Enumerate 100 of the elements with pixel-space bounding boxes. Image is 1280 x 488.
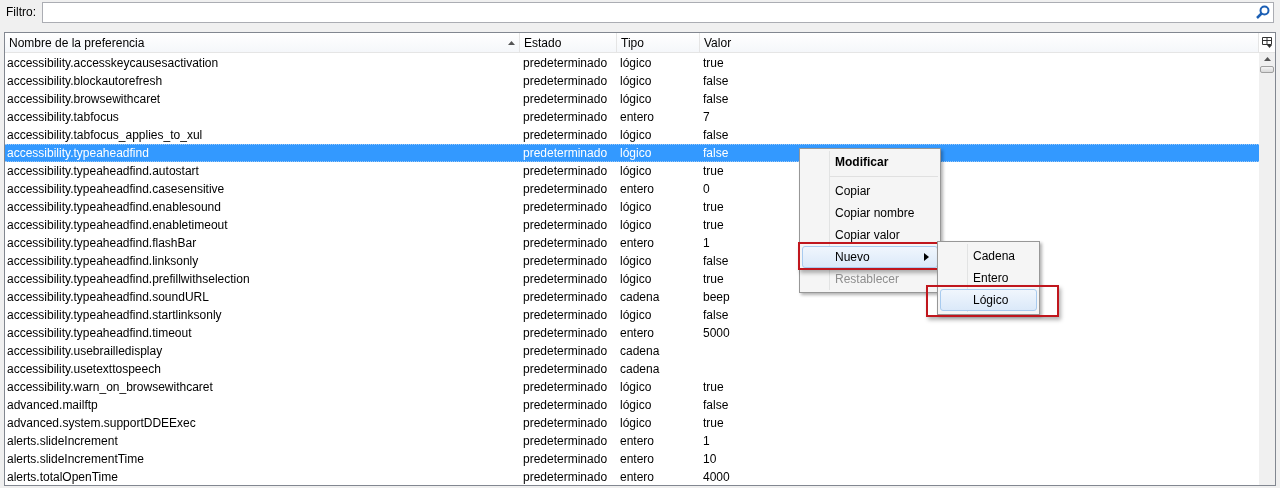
table-cell-text: predeterminado	[522, 55, 609, 72]
table-cell-text: accessibility.typeaheadfind.soundURL	[6, 289, 210, 306]
table-cell-text: true	[702, 271, 725, 288]
table-cell-text: predeterminado	[522, 451, 609, 468]
table-cell-text: true	[702, 379, 725, 396]
submenu-arrow-icon	[924, 253, 929, 261]
table-cell-text: lógico	[619, 91, 653, 108]
table-cell-text: predeterminado	[522, 253, 609, 270]
column-header[interactable]: Estado	[520, 33, 617, 52]
table-cell-text: entero	[619, 109, 656, 126]
table-cell-text: accessibility.tabfocus	[6, 109, 120, 126]
table-cell-text: lógico	[619, 73, 653, 90]
table-cell-text: predeterminado	[522, 397, 609, 414]
table-cell-text: accessibility.usebrailledisplay	[6, 343, 164, 360]
table-cell-text: predeterminado	[522, 361, 609, 378]
column-header[interactable]: Tipo	[617, 33, 700, 52]
search-icon[interactable]	[1256, 5, 1270, 19]
column-picker-icon	[1262, 37, 1272, 48]
table-cell-text: predeterminado	[522, 73, 609, 90]
table-cell-text: 0	[702, 181, 711, 198]
table-cell-text: predeterminado	[522, 415, 609, 432]
table-cell-text: true	[702, 217, 725, 234]
table-cell-text: accessibility.tabfocus_applies_to_xul	[6, 127, 204, 144]
table-cell-text: advanced.system.supportDDEExec	[6, 415, 197, 432]
sort-arrow-icon	[508, 40, 515, 45]
table-cell-text: accessibility.typeaheadfind	[6, 145, 150, 162]
table-cell-text: predeterminado	[522, 289, 609, 306]
table-cell-text: lógico	[619, 163, 653, 180]
table-cell-text: alerts.slideIncrement	[6, 433, 119, 450]
table-cell-text: predeterminado	[522, 217, 609, 234]
table-cell-text: predeterminado	[522, 127, 609, 144]
menu-item[interactable]: Copiar nombre	[802, 202, 938, 224]
table-cell-text: predeterminado	[522, 181, 609, 198]
table-cell-text: 1	[702, 235, 711, 252]
table-cell-text: accessibility.typeaheadfind.timeout	[6, 325, 193, 342]
column-header[interactable]: Valor	[700, 33, 1259, 52]
menu-item[interactable]: Entero	[940, 267, 1037, 289]
table-cell-text: accessibility.typeaheadfind.flashBar	[6, 235, 198, 252]
table-cell-text: lógico	[619, 55, 653, 72]
table-cell-text: entero	[619, 181, 656, 198]
table-cell-text: accessibility.typeaheadfind.prefillwithselection	[6, 271, 251, 288]
table-cell-text: lógico	[619, 217, 653, 234]
table-cell-text: predeterminado	[522, 91, 609, 108]
table-cell-text: predeterminado	[522, 325, 609, 342]
table-cell-text: accessibility.typeaheadfind.enablesound	[6, 199, 222, 216]
table-cell-text: lógico	[619, 199, 653, 216]
table-cell-text: entero	[619, 469, 656, 486]
table-cell-text: false	[702, 307, 730, 324]
table-cell-text: predeterminado	[522, 433, 609, 450]
table-cell-text: accessibility.usetexttospeech	[6, 361, 162, 378]
table-cell-text: alerts.totalOpenTime	[6, 469, 119, 486]
scroll-up-icon[interactable]	[1263, 57, 1271, 61]
table-cell-text: alerts.slideIncrementTime	[6, 451, 145, 468]
table-cell-text: false	[702, 397, 730, 414]
table-cell-text: entero	[619, 451, 656, 468]
table-cell-text: accessibility.typeaheadfind.enabletimeout	[6, 217, 229, 234]
table-cell-text: 4000	[702, 469, 731, 486]
table-cell-text: cadena	[619, 361, 661, 378]
table-cell-text: lógico	[619, 307, 653, 324]
table-cell-text: predeterminado	[522, 145, 609, 162]
table-cell-text: cadena	[619, 343, 661, 360]
table-cell-text: lógico	[619, 127, 653, 144]
table-cell-text: entero	[619, 325, 656, 342]
menu-item[interactable]: Copiar valor	[802, 224, 938, 246]
menu-item[interactable]: Lógico	[940, 289, 1037, 311]
filter-label: Filtro:	[6, 4, 36, 21]
table-cell-text: lógico	[619, 379, 653, 396]
table-cell-text: predeterminado	[522, 271, 609, 288]
table-cell-text: true	[702, 199, 725, 216]
table-cell-text: true	[702, 163, 725, 180]
column-header[interactable]: Nombre de la preferencia	[5, 33, 520, 52]
table-cell-text: entero	[619, 235, 656, 252]
table-cell-text: accessibility.typeaheadfind.startlinksonly	[6, 307, 223, 324]
table-cell-text: advanced.mailftp	[6, 397, 99, 414]
table-cell-text: 1	[702, 433, 711, 450]
table-cell-text: lógico	[619, 253, 653, 270]
table-cell-text: false	[702, 91, 730, 108]
table-cell-text: 5000	[702, 325, 731, 342]
filter-field[interactable]	[42, 1, 1274, 23]
table-cell-text: false	[702, 253, 730, 270]
menu-item[interactable]: Copiar	[802, 180, 938, 202]
table-cell-text: cadena	[619, 289, 661, 306]
table-cell-text: beep	[702, 289, 731, 306]
scrollbar[interactable]	[1259, 53, 1275, 485]
table-cell-text: lógico	[619, 397, 653, 414]
table-cell-text: accessibility.warn_on_browsewithcaret	[6, 379, 214, 396]
table-cell-text: true	[702, 415, 725, 432]
menu-item[interactable]: Modificar	[802, 151, 938, 173]
menu-item[interactable]: Nuevo	[802, 246, 938, 268]
table-cell-text: lógico	[619, 271, 653, 288]
table-cell-text: predeterminado	[522, 163, 609, 180]
scroll-thumb[interactable]	[1260, 66, 1274, 73]
table-cell-text: accessibility.typeaheadfind.autostart	[6, 163, 200, 180]
table-cell-text: predeterminado	[522, 469, 609, 486]
menu-item[interactable]: Cadena	[940, 245, 1037, 267]
table-cell-text: accessibility.typeaheadfind.linksonly	[6, 253, 200, 270]
table-cell-text: predeterminado	[522, 379, 609, 396]
table-cell-text: lógico	[619, 145, 653, 162]
table-cell-text: false	[702, 73, 730, 90]
table-cell-text: accessibility.blockautorefresh	[6, 73, 164, 90]
